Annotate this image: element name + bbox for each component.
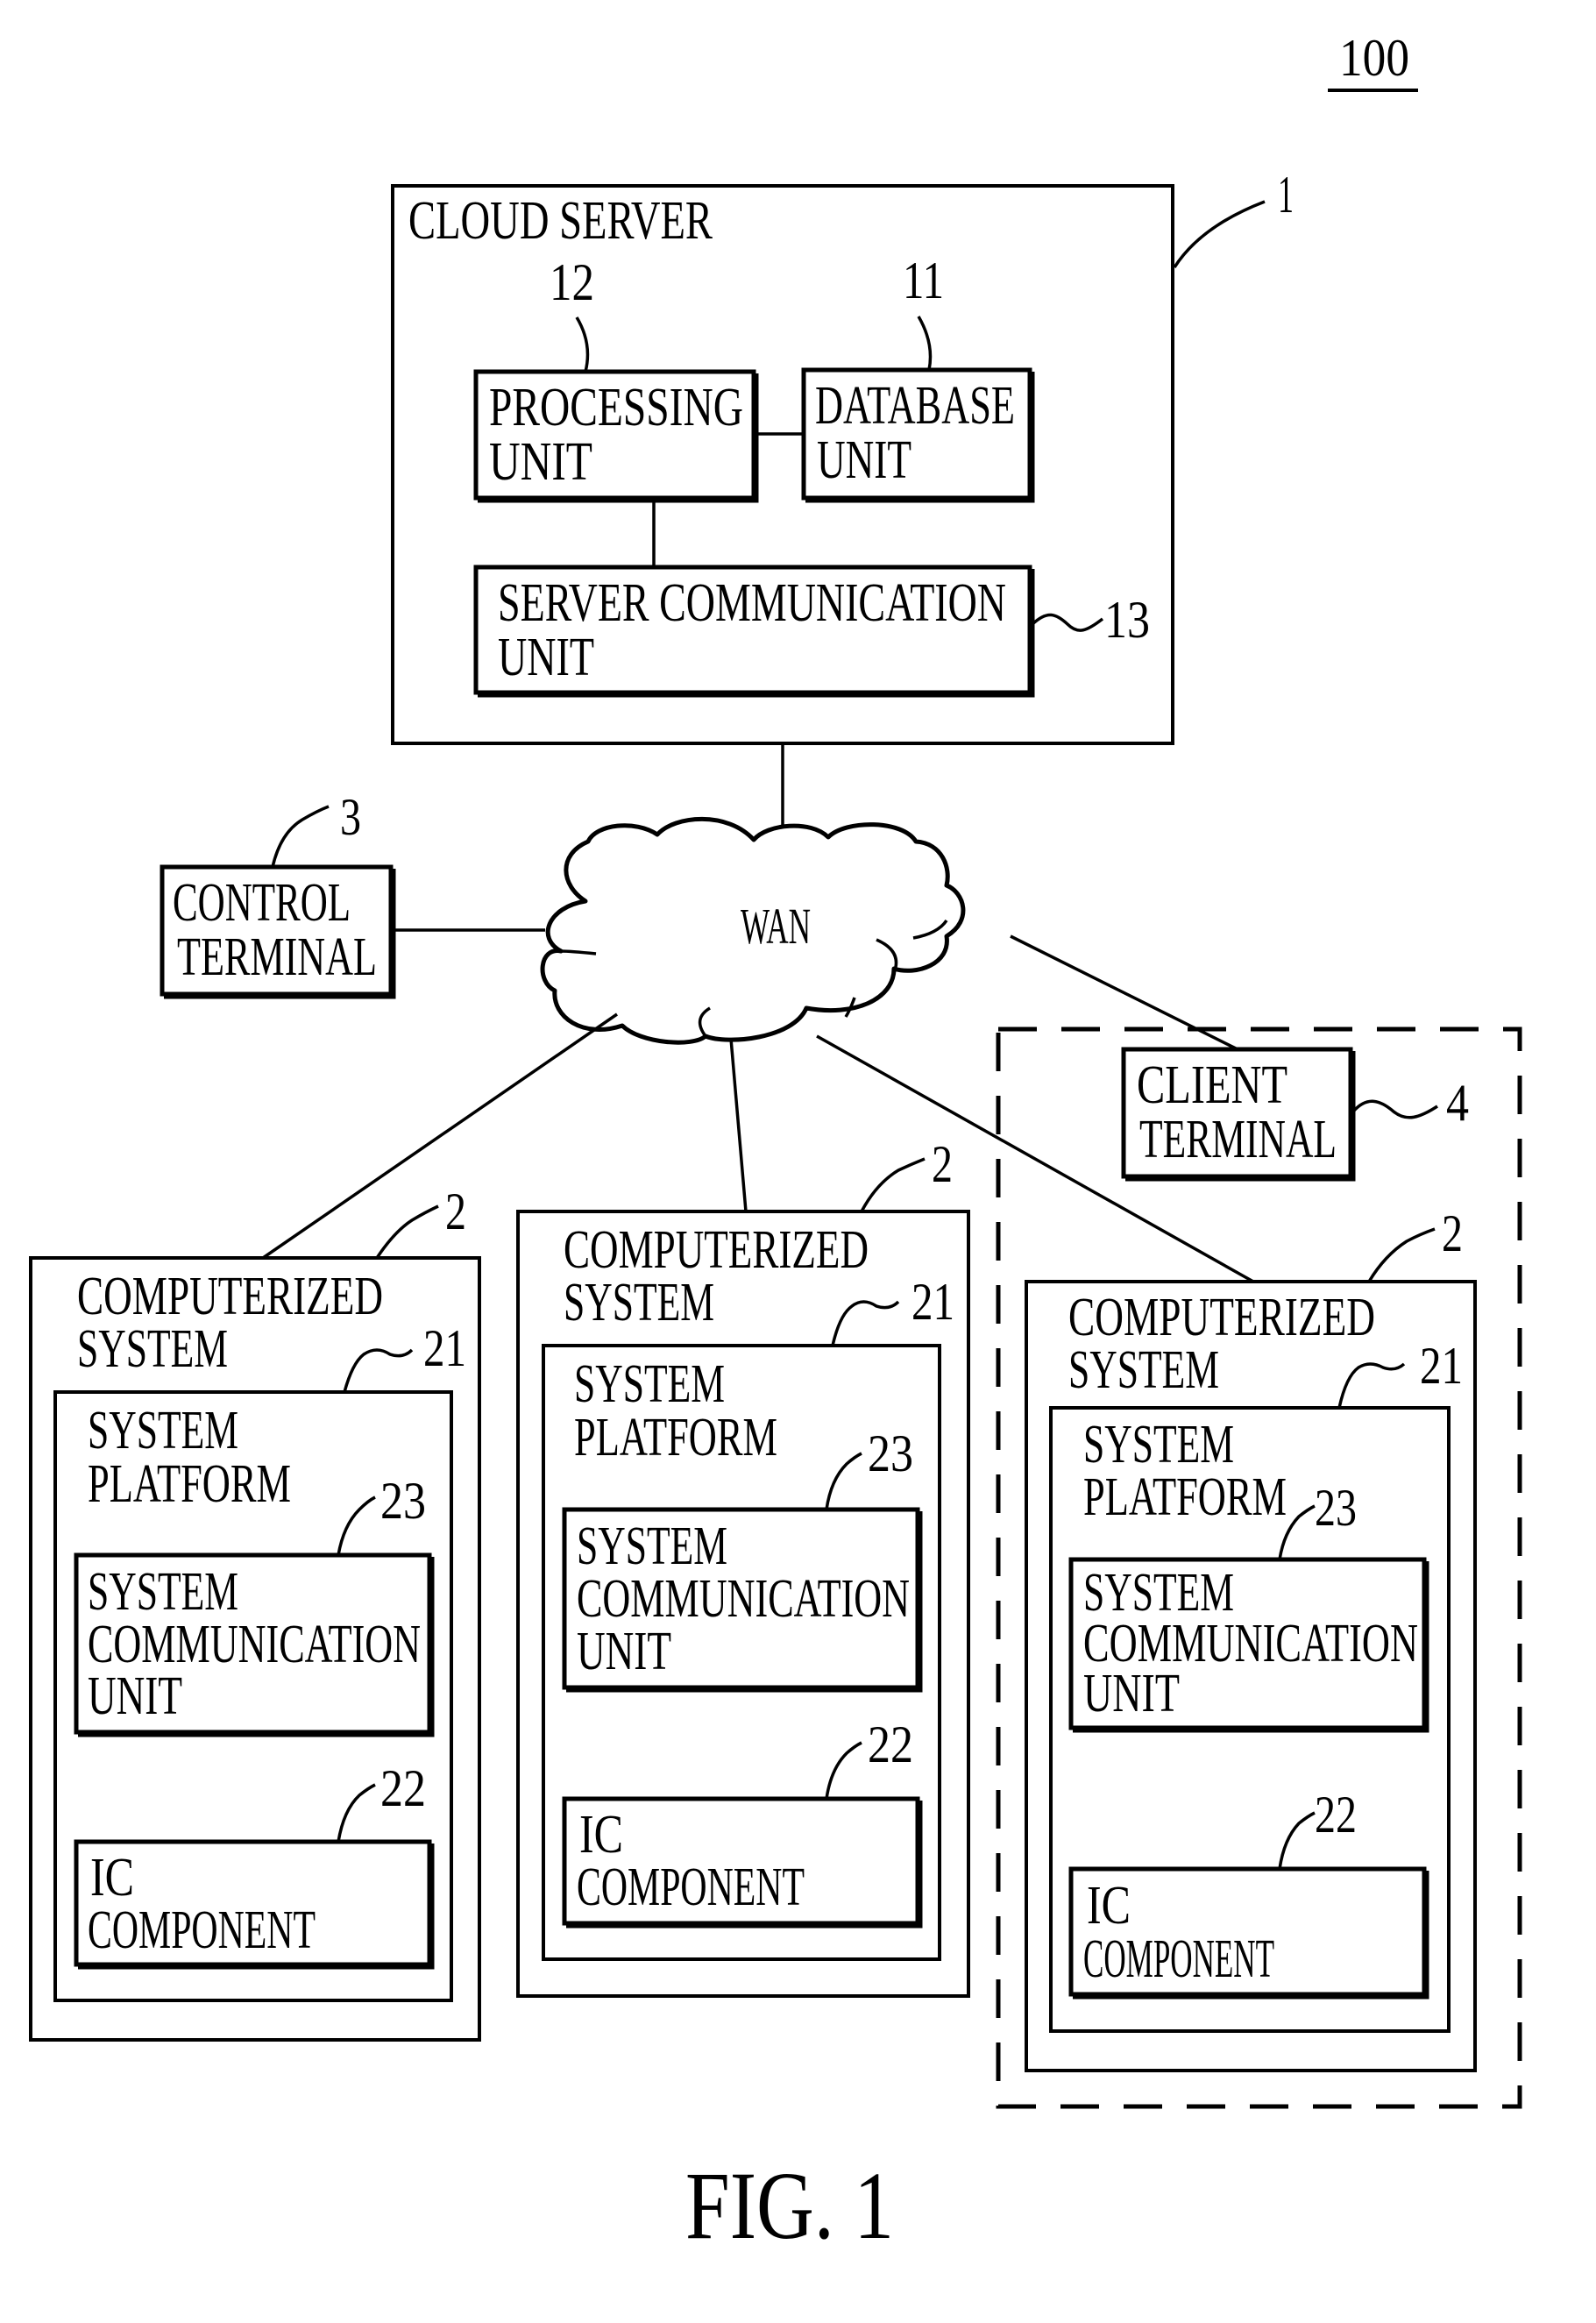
system-platform-label-line2: PLATFORM: [574, 1408, 777, 1467]
figure-caption: FIG. 1: [685, 2152, 894, 2259]
computerized-system-label-line2: SYSTEM: [1068, 1340, 1219, 1400]
wan-client-terminal-connector: [1010, 934, 1238, 1051]
system-communication-unit-label-line1: SYSTEM: [577, 1517, 727, 1576]
system-platform-label-line1: SYSTEM: [88, 1401, 238, 1460]
system-ref-label: 100: [1339, 29, 1409, 87]
ic-component-ref: 22: [1315, 1786, 1357, 1843]
system-communication-unit-label-line2: COMMUNICATION: [88, 1615, 421, 1674]
ic-component-ref: 22: [380, 1759, 426, 1817]
cloud-server-ref: 1: [1278, 166, 1294, 224]
computerized-system-ref-leader: [860, 1157, 926, 1212]
system-communication-unit-label-line3: UNIT: [577, 1622, 671, 1681]
computerized-system-label-line2: SYSTEM: [564, 1273, 714, 1332]
ic-component-ref: 22: [868, 1716, 913, 1773]
server-communication-unit-ref: 13: [1104, 591, 1150, 649]
computerized-system-ref: 2: [1442, 1204, 1463, 1262]
cloud-server-title: CLOUD SERVER: [408, 191, 713, 251]
database-unit-ref: 11: [903, 252, 944, 309]
computerized-system-ref-leader: [1367, 1227, 1436, 1282]
database-unit-label-line2: UNIT: [817, 430, 911, 490]
system-platform-label-line1: SYSTEM: [574, 1354, 725, 1414]
control-terminal-ref: 3: [340, 788, 361, 846]
client-terminal-label-line1: CLIENT: [1137, 1055, 1287, 1115]
system-communication-unit-label-line3: UNIT: [1083, 1664, 1180, 1723]
system-platform-label-line1: SYSTEM: [1083, 1415, 1234, 1474]
cloud-server: CLOUD SERVER 1 PROCESSING UNIT 12 DATABA…: [391, 166, 1294, 745]
computerized-system-ref-leader: [375, 1204, 439, 1259]
system-platform-ref: 21: [911, 1273, 954, 1331]
control-terminal: CONTROL TERMINAL 3: [160, 788, 396, 999]
processing-unit-label-line2: UNIT: [489, 432, 592, 492]
computerized-system-ref: 2: [445, 1183, 466, 1240]
computerized-system-left: COMPUTERIZED SYSTEM 2 SYSTEM PLATFORM 21…: [29, 1183, 481, 2042]
system-communication-unit-label-line1: SYSTEM: [88, 1562, 238, 1622]
system-platform-ref: 21: [423, 1319, 466, 1377]
ic-component-label-line1: IC: [579, 1805, 623, 1865]
system-communication-unit-label-line2: COMMUNICATION: [577, 1569, 910, 1629]
server-communication-unit-label-line2: UNIT: [498, 628, 594, 687]
system-platform-ref: 21: [1420, 1337, 1463, 1395]
system-communication-unit-ref: 23: [1315, 1479, 1357, 1537]
computerized-system-ref: 2: [932, 1135, 953, 1193]
wan-cloud: WAN: [540, 816, 966, 1045]
system-communication-unit-ref: 23: [868, 1424, 913, 1482]
computerized-system-label-line1: COMPUTERIZED: [564, 1220, 869, 1280]
ic-component-label-line2: COMPONENT: [577, 1858, 805, 1917]
system-communication-unit-ref: 23: [380, 1472, 426, 1530]
wan-system-middle-connector: [729, 1038, 748, 1212]
system-communication-unit-label-line3: UNIT: [88, 1666, 182, 1726]
wan-label: WAN: [741, 898, 811, 955]
client-terminal-ref-leader: [1351, 1099, 1438, 1119]
client-terminal-ref: 4: [1446, 1074, 1469, 1132]
computerized-system-label-line2: SYSTEM: [77, 1319, 228, 1379]
ic-component-label-line1: IC: [1087, 1876, 1131, 1936]
client-terminal-label-line2: TERMINAL: [1139, 1110, 1337, 1169]
ic-component-label-line2: COMPONENT: [88, 1900, 316, 1960]
computerized-system-label-line1: COMPUTERIZED: [77, 1267, 383, 1326]
ic-component-label-line2: COMPONENT: [1083, 1929, 1274, 1989]
processing-unit-ref: 12: [550, 253, 594, 311]
cloud-server-ref-leader: [1173, 200, 1266, 268]
network-architecture-diagram: 100 CLOUD SERVER 1 PROCESSING UNIT 12 DA…: [29, 29, 1522, 2259]
computerized-system-right: COMPUTERIZED SYSTEM 2 SYSTEM PLATFORM 21…: [1025, 1204, 1477, 2072]
system-platform-label-line2: PLATFORM: [1083, 1467, 1287, 1527]
control-terminal-label-line1: CONTROL: [173, 873, 351, 933]
system-platform-label-line2: PLATFORM: [88, 1454, 291, 1514]
database-unit-label-line1: DATABASE: [815, 376, 1015, 436]
control-terminal-ref-leader: [271, 805, 330, 868]
ic-component-label-line1: IC: [90, 1848, 134, 1907]
processing-unit-label-line1: PROCESSING: [489, 378, 743, 437]
server-communication-unit-label-line1: SERVER COMMUNICATION: [498, 573, 1006, 633]
control-terminal-label-line2: TERMINAL: [177, 927, 377, 987]
computerized-system-middle: COMPUTERIZED SYSTEM 2 SYSTEM PLATFORM 21…: [516, 1135, 970, 1998]
client-terminal: CLIENT TERMINAL 4: [1121, 1047, 1469, 1182]
computerized-system-label-line1: COMPUTERIZED: [1068, 1288, 1375, 1347]
